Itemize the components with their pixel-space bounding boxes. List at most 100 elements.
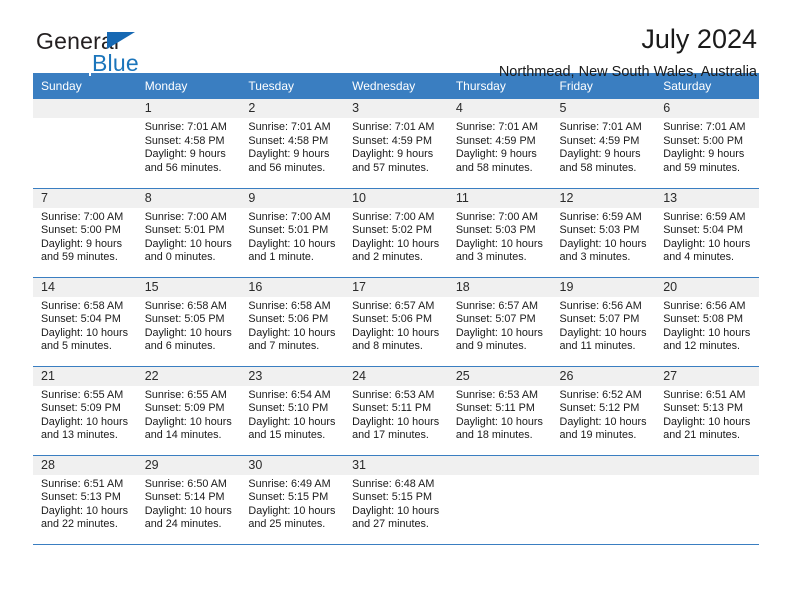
day-cell-inner: 5 Sunrise: 7:01 AM Sunset: 4:59 PM Daylight… xyxy=(551,99,656,187)
day-detail-daylight1: Daylight: 10 hours xyxy=(248,326,336,339)
day-detail-daylight1: Daylight: 9 hours xyxy=(248,148,330,161)
day-detail-sunset: Sunset: 5:06 PM xyxy=(248,313,329,326)
day-cell-inner: 23 Sunrise: 6:54 AM Sunset: 5:10 PM Dayligh… xyxy=(240,366,345,455)
day-details: Sunrise: 7:01 AM Sunset: 4:58 PM Daylight:… xyxy=(240,118,344,175)
day-cell-inner xyxy=(33,99,137,187)
calendar-day-cell[interactable]: 28 Sunrise: 6:51 AM Sunset: 5:13 PM Dayligh… xyxy=(33,455,137,545)
calendar-day-cell[interactable]: 13 Sunrise: 6:59 AM Sunset: 5:04 PM Dayligh… xyxy=(655,188,759,278)
day-detail-daylight2: and 58 minutes. xyxy=(455,161,533,174)
day-number: 16 xyxy=(240,277,345,297)
calendar-day-cell[interactable]: 21 Sunrise: 6:55 AM Sunset: 5:09 PM Dayligh… xyxy=(33,366,137,456)
day-detail-daylight2: and 0 minutes. xyxy=(144,251,216,264)
calendar-day-cell[interactable]: 27 Sunrise: 6:51 AM Sunset: 5:13 PM Dayligh… xyxy=(655,366,759,456)
day-detail-sunset: Sunset: 5:10 PM xyxy=(248,402,329,415)
calendar-day-cell[interactable]: 25 Sunrise: 6:53 AM Sunset: 5:11 PM Dayligh… xyxy=(447,366,552,456)
day-detail-daylight2: and 24 minutes. xyxy=(144,518,222,531)
calendar-day-cell[interactable]: 5 Sunrise: 7:01 AM Sunset: 4:59 PM Daylight… xyxy=(551,99,656,189)
calendar-day-cell[interactable]: 23 Sunrise: 6:54 AM Sunset: 5:10 PM Dayligh… xyxy=(240,366,345,456)
calendar-day-cell[interactable]: 19 Sunrise: 6:56 AM Sunset: 5:07 PM Dayligh… xyxy=(551,277,656,367)
day-cell-inner: 4 Sunrise: 7:01 AM Sunset: 4:59 PM Daylight… xyxy=(447,99,552,187)
day-detail-sunset: Sunset: 4:59 PM xyxy=(559,134,640,147)
calendar-day-cell[interactable]: 29 Sunrise: 6:50 AM Sunset: 5:14 PM Dayligh… xyxy=(136,455,241,545)
calendar-day-cell[interactable]: 31 Sunrise: 6:48 AM Sunset: 5:15 PM Dayligh… xyxy=(344,455,448,545)
day-detail-daylight1: Daylight: 10 hours xyxy=(663,415,751,428)
calendar-body: 1 Sunrise: 7:01 AM Sunset: 4:58 PM Daylight… xyxy=(33,99,759,545)
day-detail-daylight1: Daylight: 10 hours xyxy=(455,326,543,339)
day-detail-sunset: Sunset: 5:09 PM xyxy=(144,402,225,415)
day-details: Sunrise: 7:01 AM Sunset: 4:58 PM Daylight:… xyxy=(137,118,241,175)
day-detail-daylight2: and 13 minutes. xyxy=(41,429,118,442)
day-detail-sunrise: Sunrise: 6:53 AM xyxy=(455,388,539,401)
day-detail-daylight1: Daylight: 10 hours xyxy=(41,415,129,428)
day-detail-sunset: Sunset: 5:13 PM xyxy=(663,402,744,415)
calendar-day-cell[interactable]: 6 Sunrise: 7:01 AM Sunset: 5:00 PM Daylight… xyxy=(655,99,759,189)
calendar-day-cell[interactable]: 18 Sunrise: 6:57 AM Sunset: 5:07 PM Dayligh… xyxy=(447,277,552,367)
day-detail-daylight1: Daylight: 10 hours xyxy=(144,326,232,339)
day-detail-sunset: Sunset: 5:07 PM xyxy=(455,313,536,326)
day-detail-daylight1: Daylight: 9 hours xyxy=(41,237,123,250)
day-cell-inner: 2 Sunrise: 7:01 AM Sunset: 4:58 PM Daylight… xyxy=(240,99,345,187)
day-details: Sunrise: 7:00 AM Sunset: 5:01 PM Daylight:… xyxy=(240,208,344,265)
general-blue-logo[interactable]: General Blue xyxy=(36,28,266,80)
calendar-day-cell[interactable]: 15 Sunrise: 6:58 AM Sunset: 5:05 PM Dayligh… xyxy=(136,277,241,367)
calendar-day-cell[interactable]: 11 Sunrise: 7:00 AM Sunset: 5:03 PM Dayligh… xyxy=(447,188,552,278)
weekday-header-wednesday: Wednesday xyxy=(344,73,448,99)
calendar-day-cell[interactable]: 3 Sunrise: 7:01 AM Sunset: 4:59 PM Daylight… xyxy=(344,99,448,189)
day-detail-daylight1: Daylight: 10 hours xyxy=(41,326,129,339)
calendar-day-cell[interactable]: 4 Sunrise: 7:01 AM Sunset: 4:59 PM Daylight… xyxy=(447,99,552,189)
day-cell-inner: 1 Sunrise: 7:01 AM Sunset: 4:58 PM Daylight… xyxy=(136,99,241,187)
day-number: 6 xyxy=(655,99,759,118)
calendar-day-cell[interactable]: 2 Sunrise: 7:01 AM Sunset: 4:58 PM Daylight… xyxy=(240,99,345,189)
day-detail-daylight1: Daylight: 10 hours xyxy=(248,504,336,517)
day-detail-daylight1: Daylight: 10 hours xyxy=(559,326,647,339)
day-detail-sunset: Sunset: 5:14 PM xyxy=(144,491,225,504)
day-number xyxy=(447,455,552,475)
calendar-day-cell[interactable]: 16 Sunrise: 6:58 AM Sunset: 5:06 PM Dayligh… xyxy=(240,277,345,367)
day-cell-inner: 26 Sunrise: 6:52 AM Sunset: 5:12 PM Dayligh… xyxy=(551,366,656,455)
day-number: 23 xyxy=(240,366,345,386)
calendar-day-cell[interactable]: 12 Sunrise: 6:59 AM Sunset: 5:03 PM Dayligh… xyxy=(551,188,656,278)
calendar-day-cell[interactable]: 22 Sunrise: 6:55 AM Sunset: 5:09 PM Dayligh… xyxy=(136,366,241,456)
day-detail-sunrise: Sunrise: 6:55 AM xyxy=(144,388,227,401)
day-detail-sunset: Sunset: 5:04 PM xyxy=(41,313,121,326)
day-detail-sunrise: Sunrise: 7:00 AM xyxy=(455,210,539,223)
calendar-page: General Blue July 2024 Northmead, New So… xyxy=(0,0,792,612)
calendar-day-cell[interactable]: 30 Sunrise: 6:49 AM Sunset: 5:15 PM Dayligh… xyxy=(240,455,345,545)
day-detail-daylight2: and 57 minutes. xyxy=(352,161,429,174)
day-cell-inner: 21 Sunrise: 6:55 AM Sunset: 5:09 PM Dayligh… xyxy=(33,366,137,455)
calendar-day-cell[interactable]: 8 Sunrise: 7:00 AM Sunset: 5:01 PM Daylight… xyxy=(136,188,241,278)
day-cell-inner: 7 Sunrise: 7:00 AM Sunset: 5:00 PM Daylight… xyxy=(33,188,137,277)
day-cell-inner xyxy=(447,455,552,544)
day-detail-sunrise: Sunrise: 6:50 AM xyxy=(144,477,227,490)
calendar-day-cell[interactable]: 14 Sunrise: 6:58 AM Sunset: 5:04 PM Dayligh… xyxy=(33,277,137,367)
calendar-day-cell[interactable]: 7 Sunrise: 7:00 AM Sunset: 5:00 PM Daylight… xyxy=(33,188,137,278)
day-detail-sunset: Sunset: 5:02 PM xyxy=(352,224,432,237)
calendar-day-cell[interactable]: 24 Sunrise: 6:53 AM Sunset: 5:11 PM Dayligh… xyxy=(344,366,448,456)
day-number: 2 xyxy=(240,99,345,118)
day-detail-sunset: Sunset: 5:00 PM xyxy=(41,224,121,237)
day-number xyxy=(655,455,759,475)
day-number: 17 xyxy=(344,277,448,297)
day-detail-sunset: Sunset: 5:12 PM xyxy=(559,402,640,415)
day-detail-daylight1: Daylight: 9 hours xyxy=(559,148,641,161)
day-detail-daylight1: Daylight: 10 hours xyxy=(144,237,232,250)
day-cell-inner: 31 Sunrise: 6:48 AM Sunset: 5:15 PM Dayligh… xyxy=(344,455,448,544)
day-detail-sunrise: Sunrise: 6:56 AM xyxy=(559,299,642,312)
day-cell-inner: 11 Sunrise: 7:00 AM Sunset: 5:03 PM Dayligh… xyxy=(447,188,552,277)
day-details xyxy=(33,118,137,121)
day-cell-inner: 25 Sunrise: 6:53 AM Sunset: 5:11 PM Dayligh… xyxy=(447,366,552,455)
calendar-day-cell[interactable]: 1 Sunrise: 7:01 AM Sunset: 4:58 PM Daylight… xyxy=(136,99,241,189)
calendar-day-cell[interactable]: 26 Sunrise: 6:52 AM Sunset: 5:12 PM Dayligh… xyxy=(551,366,656,456)
day-detail-daylight2: and 18 minutes. xyxy=(455,429,533,442)
day-number xyxy=(33,99,137,118)
day-cell-inner: 6 Sunrise: 7:01 AM Sunset: 5:00 PM Daylight… xyxy=(655,99,759,187)
day-details: Sunrise: 6:52 AM Sunset: 5:12 PM Daylight:… xyxy=(552,386,656,443)
calendar-day-cell[interactable]: 9 Sunrise: 7:00 AM Sunset: 5:01 PM Daylight… xyxy=(240,188,345,278)
calendar-day-cell[interactable]: 20 Sunrise: 6:56 AM Sunset: 5:08 PM Dayligh… xyxy=(655,277,759,367)
day-cell-inner: 8 Sunrise: 7:00 AM Sunset: 5:01 PM Daylight… xyxy=(136,188,241,277)
day-detail-daylight1: Daylight: 9 hours xyxy=(144,148,226,161)
day-detail-daylight2: and 15 minutes. xyxy=(248,429,326,442)
calendar-day-cell[interactable]: 10 Sunrise: 7:00 AM Sunset: 5:02 PM Dayligh… xyxy=(344,188,448,278)
day-details: Sunrise: 6:58 AM Sunset: 5:04 PM Daylight:… xyxy=(33,297,137,354)
calendar-day-cell[interactable]: 17 Sunrise: 6:57 AM Sunset: 5:06 PM Dayligh… xyxy=(344,277,448,367)
